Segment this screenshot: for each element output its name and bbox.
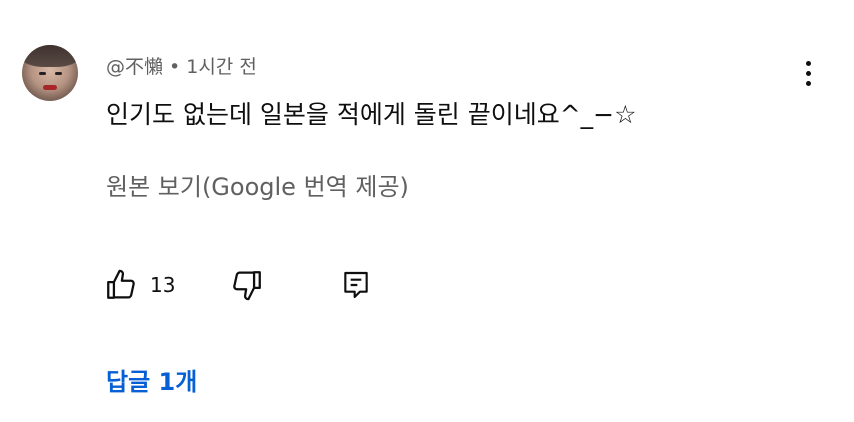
user-avatar[interactable] (22, 45, 78, 101)
comment-header: @不懶 • 1시간 전 (106, 52, 257, 79)
author-name[interactable]: @不懶 (106, 56, 163, 78)
avatar-eye-left (39, 72, 46, 75)
kebab-dot (806, 71, 811, 76)
avatar-eye-right (55, 72, 62, 75)
avatar-mouth (43, 85, 57, 90)
reply-comment-icon[interactable] (340, 268, 372, 302)
meta-separator: • (169, 56, 181, 78)
thumbs-down-icon[interactable] (230, 268, 264, 302)
view-replies-button[interactable]: 답글 1개 (106, 362, 197, 397)
like-count: 13 (150, 273, 176, 297)
more-vertical-icon[interactable] (798, 60, 818, 90)
thumbs-up-icon[interactable] (104, 268, 138, 302)
avatar-hair (22, 45, 78, 67)
translation-toggle-link[interactable]: 원본 보기(Google 번역 제공) (106, 167, 409, 202)
comment-time[interactable]: 1시간 전 (186, 56, 257, 78)
comment-text: 인기도 없는데 일본을 적에게 돌린 끝이네요^_−☆ (106, 100, 637, 129)
kebab-dot (806, 61, 811, 66)
comment-thread: @不懶 • 1시간 전 인기도 없는데 일본을 적에게 돌린 끝이네요^_−☆ 원본… (0, 0, 854, 422)
kebab-dot (806, 81, 811, 86)
